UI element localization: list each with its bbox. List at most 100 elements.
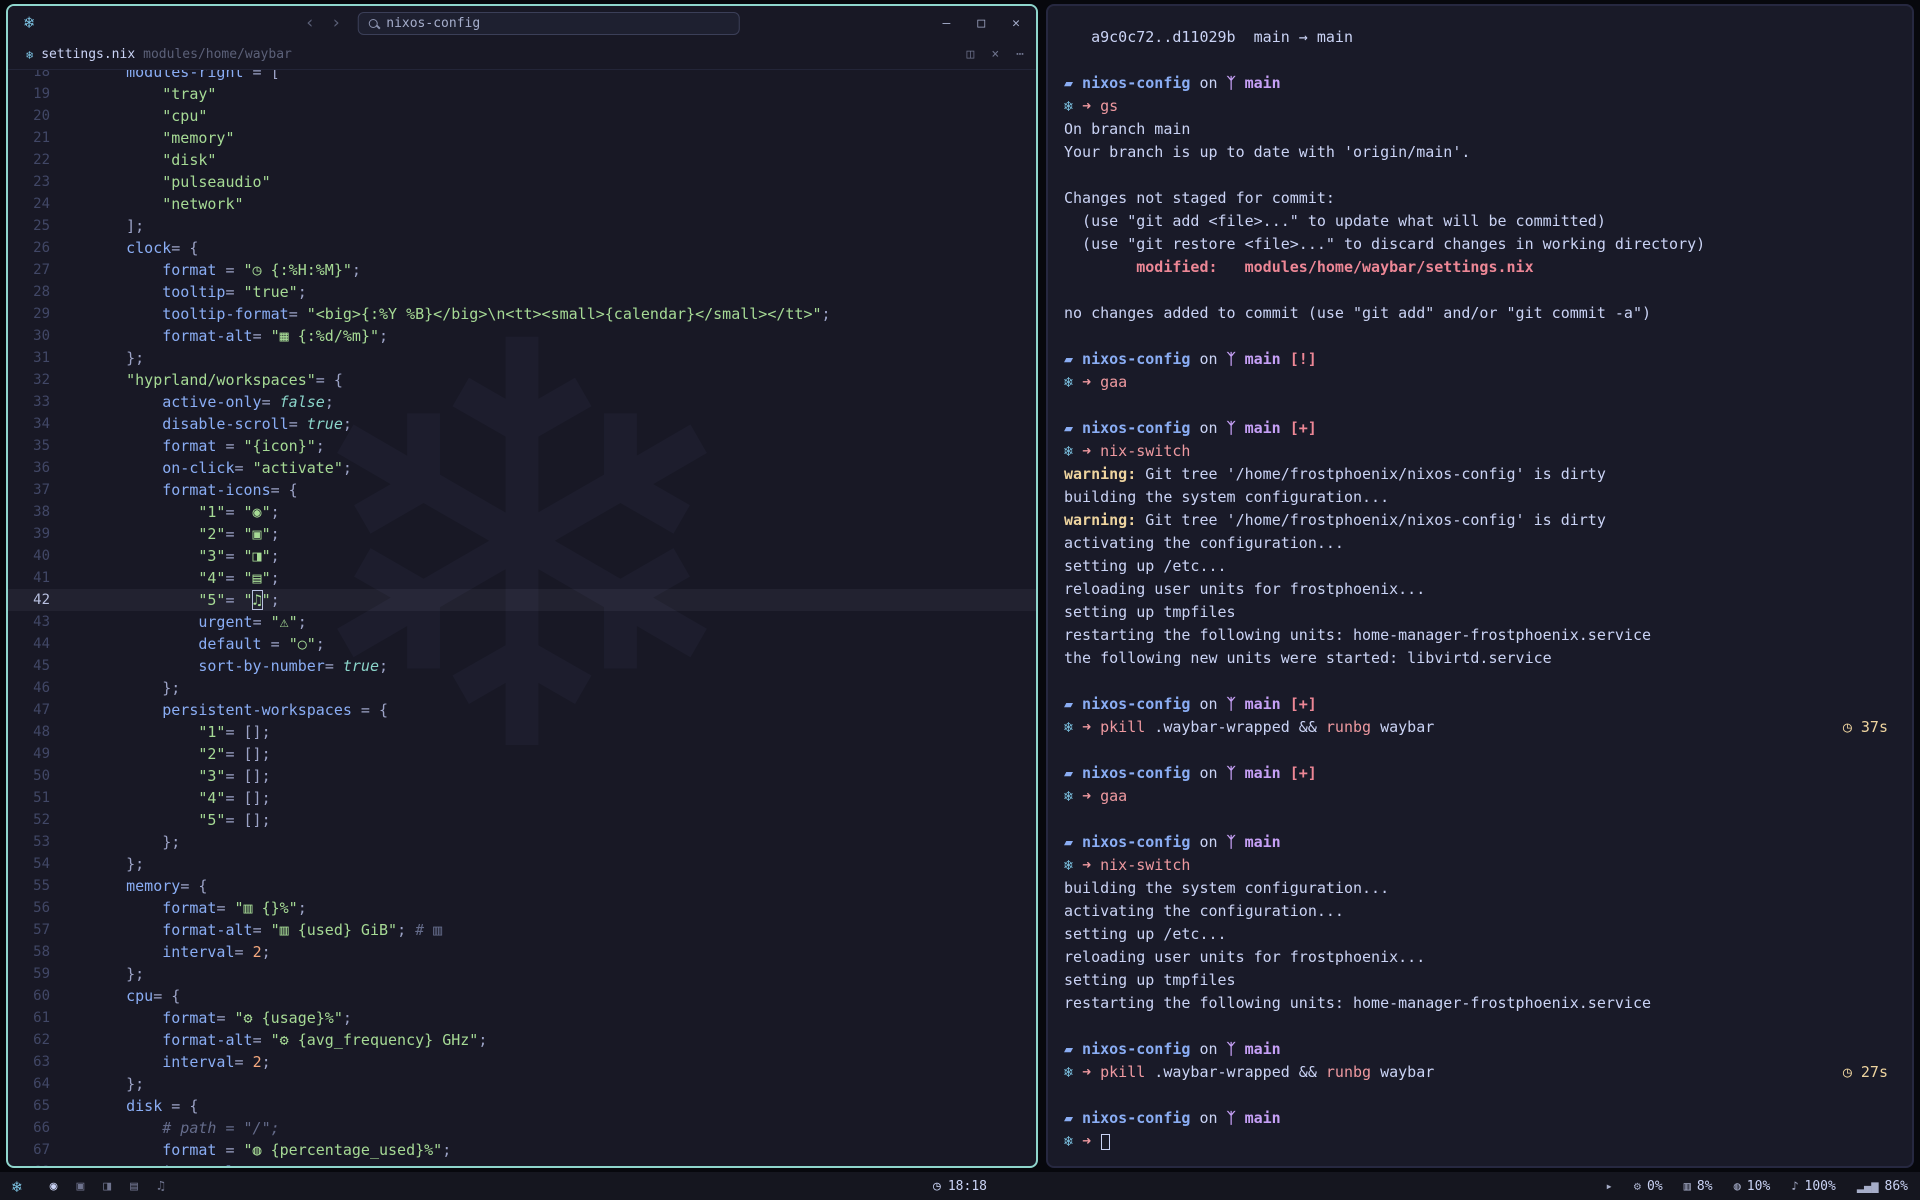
- code-line[interactable]: 43 urgent= "⚠";: [8, 611, 1036, 633]
- line-number: 50: [8, 765, 64, 787]
- code-line[interactable]: 63 interval= 2;: [8, 1051, 1036, 1073]
- code-line[interactable]: 26 clock= {: [8, 237, 1036, 259]
- code-line[interactable]: 59 };: [8, 963, 1036, 985]
- code-editor[interactable]: ❄ 18 modules-right = [19 "tray"20 "cpu"2…: [8, 70, 1036, 1166]
- code-line-text: };: [64, 831, 180, 853]
- code-line[interactable]: 67 format = "◍ {percentage_used}%";: [8, 1139, 1036, 1161]
- workspace-4-icon[interactable]: ▤: [130, 1179, 138, 1194]
- line-number: 48: [8, 721, 64, 743]
- disk-icon: ◍: [1734, 1179, 1741, 1193]
- code-line[interactable]: 50 "3"= [];: [8, 765, 1036, 787]
- code-line[interactable]: 37 format-icons= {: [8, 479, 1036, 501]
- code-line[interactable]: 49 "2"= [];: [8, 743, 1036, 765]
- code-line-text: persistent-workspaces = {: [64, 699, 388, 721]
- code-line[interactable]: 64 };: [8, 1073, 1036, 1095]
- line-number: 51: [8, 787, 64, 809]
- terminal-window[interactable]: a9c0c72..d11029b main → main▰ nixos-conf…: [1046, 4, 1914, 1168]
- code-line[interactable]: 60 cpu= {: [8, 985, 1036, 1007]
- code-line[interactable]: 20 "cpu": [8, 105, 1036, 127]
- code-line[interactable]: 58 interval= 2;: [8, 941, 1036, 963]
- line-number: 32: [8, 369, 64, 391]
- code-line[interactable]: 27 format = "◷ {:%H:%M}";: [8, 259, 1036, 281]
- code-line-text: interval= 60;: [64, 1161, 280, 1166]
- terminal-line: setting up tmpfiles: [1064, 969, 1894, 992]
- code-line[interactable]: 46 };: [8, 677, 1036, 699]
- project-search[interactable]: nixos-config: [357, 12, 739, 35]
- clock-module[interactable]: ◷ 18:18: [933, 1179, 987, 1194]
- code-line[interactable]: 21 "memory": [8, 127, 1036, 149]
- network-module[interactable]: ▂▄▆86%: [1857, 1179, 1908, 1194]
- code-line[interactable]: 52 "5"= [];: [8, 809, 1036, 831]
- code-line[interactable]: 25 ];: [8, 215, 1036, 237]
- code-line[interactable]: 55 memory= {: [8, 875, 1036, 897]
- close-tab-icon[interactable]: ×: [991, 47, 999, 62]
- desktop: ❄ ‹ › nixos-config – □ ✕ ❄ settings.nix …: [0, 0, 1920, 1200]
- code-line[interactable]: 34 disable-scroll= true;: [8, 413, 1036, 435]
- workspace-1-icon[interactable]: ◉: [50, 1179, 58, 1194]
- nixos-launcher-icon[interactable]: ❄: [12, 1177, 22, 1196]
- line-number: 42: [8, 589, 64, 611]
- code-line[interactable]: 57 format-alt= "▥ {used} GiB"; # ▥: [8, 919, 1036, 941]
- code-line[interactable]: 24 "network": [8, 193, 1036, 215]
- code-line[interactable]: 41 "4"= "▤";: [8, 567, 1036, 589]
- code-line[interactable]: 44 default = "○";: [8, 633, 1036, 655]
- code-line[interactable]: 38 "1"= "◉";: [8, 501, 1036, 523]
- close-button[interactable]: ✕: [1012, 16, 1020, 31]
- workspace-5-icon[interactable]: ♫: [157, 1179, 165, 1194]
- code-line[interactable]: 61 format= "⚙ {usage}%";: [8, 1007, 1036, 1029]
- code-line[interactable]: 48 "1"= [];: [8, 721, 1036, 743]
- code-line[interactable]: 65 disk = {: [8, 1095, 1036, 1117]
- terminal-line: [1064, 739, 1894, 762]
- disk-module[interactable]: ◍10%: [1734, 1179, 1771, 1194]
- code-line[interactable]: 54 };: [8, 853, 1036, 875]
- code-line[interactable]: 47 persistent-workspaces = {: [8, 699, 1036, 721]
- code-line[interactable]: 19 "tray": [8, 83, 1036, 105]
- minimize-button[interactable]: –: [943, 16, 951, 31]
- code-line[interactable]: 66 # path = "/";: [8, 1117, 1036, 1139]
- code-line[interactable]: 35 format = "{icon}";: [8, 435, 1036, 457]
- code-line[interactable]: 45 sort-by-number= true;: [8, 655, 1036, 677]
- workspace-3-icon[interactable]: ◨: [103, 1179, 111, 1194]
- code-line[interactable]: 53 };: [8, 831, 1036, 853]
- code-line-text: format = "{icon}";: [64, 435, 325, 457]
- line-number: 36: [8, 457, 64, 479]
- code-line[interactable]: 18 modules-right = [: [8, 70, 1036, 83]
- code-line[interactable]: 68 interval= 60;: [8, 1161, 1036, 1166]
- code-line[interactable]: 40 "3"= "◨";: [8, 545, 1036, 567]
- memory-module[interactable]: ▥8%: [1684, 1179, 1713, 1194]
- code-line[interactable]: 28 tooltip= "true";: [8, 281, 1036, 303]
- code-line[interactable]: 56 format= "▥ {}%";: [8, 897, 1036, 919]
- code-line[interactable]: 23 "pulseaudio": [8, 171, 1036, 193]
- line-number: 63: [8, 1051, 64, 1073]
- code-line[interactable]: 29 tooltip-format= "<big>{:%Y %B}</big>\…: [8, 303, 1036, 325]
- code-line[interactable]: 33 active-only= false;: [8, 391, 1036, 413]
- workspace-2-icon[interactable]: ▣: [76, 1179, 84, 1194]
- terminal-line: ▰ nixos-config on ᛉ main [+]: [1064, 762, 1894, 785]
- split-pane-icon[interactable]: ◫: [967, 47, 975, 62]
- code-line-text: "1"= [];: [64, 721, 271, 743]
- memory-value: 8%: [1697, 1179, 1713, 1194]
- terminal-line: Your branch is up to date with 'origin/m…: [1064, 141, 1894, 164]
- code-line[interactable]: 39 "2"= "▣";: [8, 523, 1036, 545]
- code-line[interactable]: 31 };: [8, 347, 1036, 369]
- terminal-line: reloading user units for frostphoenix...: [1064, 946, 1894, 969]
- code-line[interactable]: 36 on-click= "activate";: [8, 457, 1036, 479]
- code-line[interactable]: 42 "5"= "♫";: [8, 589, 1036, 611]
- code-line[interactable]: 32 "hyprland/workspaces"= {: [8, 369, 1036, 391]
- tray-expander-module[interactable]: ▸: [1606, 1179, 1613, 1193]
- forward-button[interactable]: ›: [331, 13, 341, 33]
- back-button[interactable]: ‹: [305, 13, 315, 33]
- maximize-button[interactable]: □: [977, 16, 985, 31]
- code-line-text: active-only= false;: [64, 391, 334, 413]
- code-line[interactable]: 51 "4"= [];: [8, 787, 1036, 809]
- tab-settings-nix[interactable]: ❄ settings.nix modules/home/waybar: [20, 40, 298, 69]
- code-line-text: format = "◷ {:%H:%M}";: [64, 259, 361, 281]
- pulseaudio-icon: ♪: [1791, 1179, 1798, 1193]
- line-number: 67: [8, 1139, 64, 1161]
- code-line[interactable]: 62 format-alt= "⚙ {avg_frequency} GHz";: [8, 1029, 1036, 1051]
- code-line[interactable]: 30 format-alt= "▦ {:%d/%m}";: [8, 325, 1036, 347]
- pulseaudio-module[interactable]: ♪100%: [1791, 1179, 1836, 1194]
- cpu-module[interactable]: ⚙0%: [1634, 1179, 1663, 1194]
- more-options-icon[interactable]: ⋯: [1016, 47, 1024, 62]
- code-line[interactable]: 22 "disk": [8, 149, 1036, 171]
